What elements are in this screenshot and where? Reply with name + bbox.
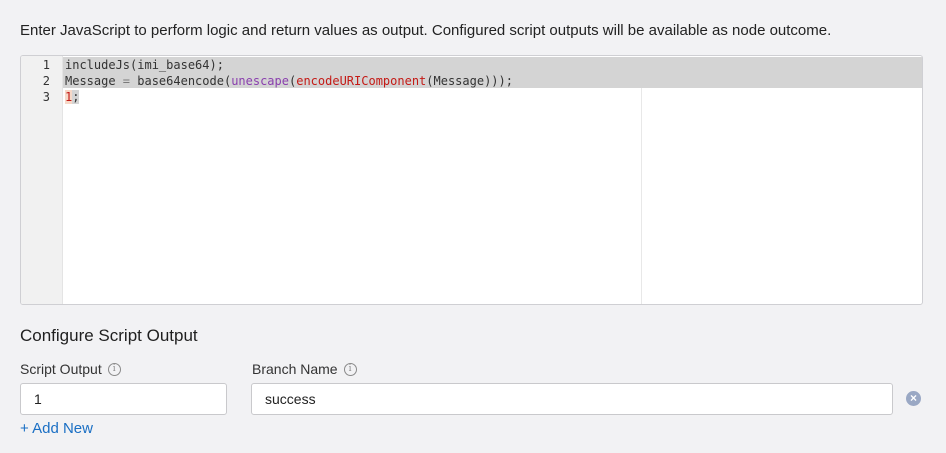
- code-token: includeJs(imi_base64);: [65, 58, 224, 72]
- code-area[interactable]: includeJs(imi_base64); Message = base64e…: [65, 56, 922, 304]
- code-token: unescape: [231, 74, 289, 88]
- code-token: Message: [65, 74, 123, 88]
- code-token: (Message)));: [426, 74, 513, 88]
- script-output-label-group: Script Output i: [20, 361, 121, 377]
- script-output-label: Script Output: [20, 361, 102, 377]
- code-editor[interactable]: 1 2 3 includeJs(imi_base64); Message = b…: [20, 55, 923, 305]
- line-number: 3: [42, 90, 50, 104]
- code-token: ;: [72, 90, 80, 104]
- line-number: 2: [42, 74, 50, 88]
- script-output-input[interactable]: 1: [20, 383, 227, 415]
- editor-gutter: 1 2 3: [21, 56, 63, 304]
- info-icon[interactable]: i: [343, 362, 357, 376]
- code-token: encodeURIComponent: [296, 74, 427, 88]
- code-token: =: [122, 74, 131, 88]
- branch-name-label-group: Branch Name i: [252, 361, 357, 377]
- code-token: base64encode(: [130, 74, 232, 88]
- code-line: includeJs(imi_base64);: [65, 57, 224, 73]
- code-line: 1;: [65, 89, 80, 105]
- section-title: Configure Script Output: [20, 326, 198, 345]
- branch-name-input[interactable]: success: [251, 383, 893, 415]
- branch-name-label: Branch Name: [252, 361, 338, 377]
- remove-circle-icon[interactable]: ×: [906, 391, 921, 406]
- info-icon[interactable]: i: [107, 362, 121, 376]
- add-new-button[interactable]: + Add New: [20, 420, 93, 437]
- code-line: Message = base64encode(unescape(encodeUR…: [65, 73, 513, 89]
- intro-text: Enter JavaScript to perform logic and re…: [20, 22, 832, 39]
- line-number: 1: [42, 58, 50, 72]
